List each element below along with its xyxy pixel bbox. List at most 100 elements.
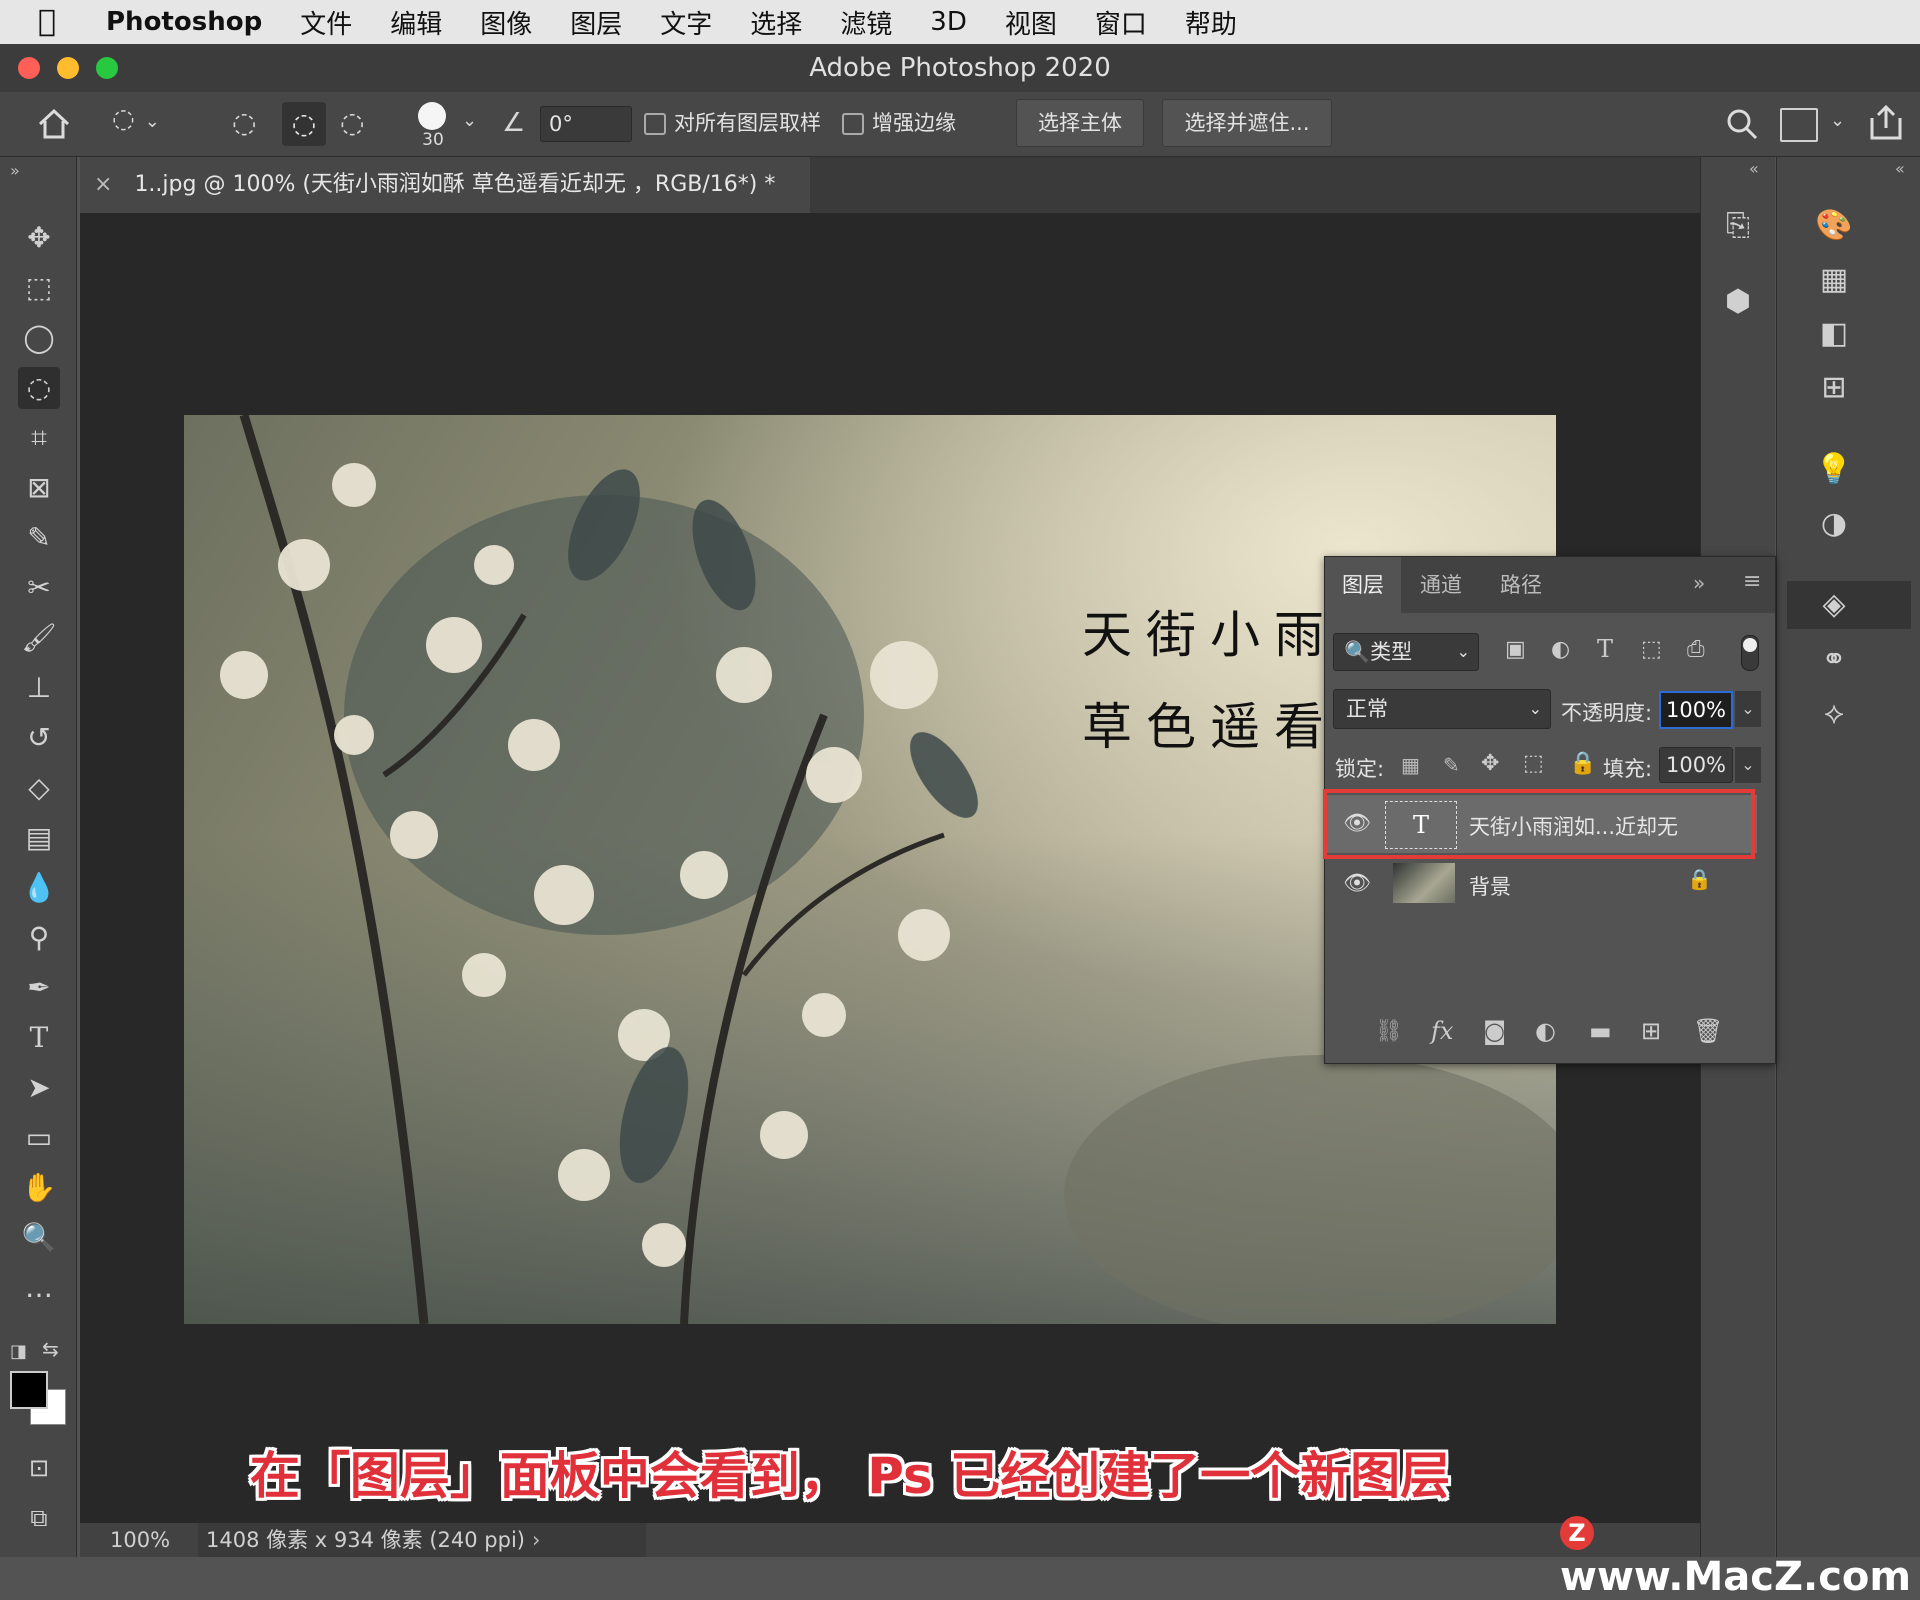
angle-input[interactable]: 0° [540, 106, 632, 142]
subtract-selection-icon[interactable]: ◌ [340, 106, 380, 144]
menu-view[interactable]: 视图 [1005, 4, 1057, 41]
blur-tool-icon[interactable]: 💧 [18, 867, 60, 909]
tool-preset-picker[interactable]: ◌ ⌄ [112, 104, 182, 144]
move-tool-icon[interactable]: ✥ [18, 217, 60, 259]
lock-all-icon[interactable]: 🔒 [1569, 751, 1596, 776]
path-selection-tool-icon[interactable]: ➤ [18, 1067, 60, 1109]
filter-pixel-icon[interactable]: ▣ [1505, 637, 1526, 662]
select-subject-button[interactable]: 选择主体 [1016, 99, 1144, 147]
apple-icon[interactable]:  [38, 5, 72, 39]
collapse-panel-icon[interactable]: » [1693, 571, 1705, 595]
new-adjustment-layer-icon[interactable]: ◐ [1535, 1017, 1556, 1045]
fill-dropdown-icon[interactable]: ⌄ [1735, 747, 1761, 783]
menu-layer[interactable]: 图层 [570, 4, 622, 41]
gradient-tool-icon[interactable]: ▤ [18, 817, 60, 859]
zoom-level[interactable]: 100% [110, 1523, 170, 1557]
layer-filter-kind-select[interactable]: 🔍类型 ⌄ [1333, 633, 1479, 671]
select-and-mask-button[interactable]: 选择并遮住... [1162, 99, 1332, 147]
brush-options-chevron-icon[interactable]: ⌄ [462, 110, 477, 131]
learn-panel-icon[interactable]: 💡 [1811, 447, 1857, 493]
expand-toolbar-icon[interactable]: » [10, 161, 20, 180]
menu-3d[interactable]: 3D [930, 7, 967, 37]
fx-icon[interactable]: fx [1431, 1017, 1453, 1045]
filter-toggle[interactable] [1741, 635, 1759, 671]
home-icon[interactable] [34, 104, 74, 144]
close-window-button[interactable] [18, 57, 40, 79]
new-group-folder-icon[interactable]: ▬ [1589, 1017, 1612, 1045]
new-layer-icon[interactable]: ⊞ [1641, 1017, 1661, 1045]
enhance-edge-checkbox[interactable] [842, 113, 864, 135]
opacity-input[interactable]: 100% [1659, 691, 1733, 729]
tab-layers[interactable]: 图层 [1325, 557, 1401, 613]
close-tab-icon[interactable]: × [94, 172, 112, 197]
filter-shape-icon[interactable]: ⬚ [1641, 637, 1662, 662]
document-tab[interactable]: × 1..jpg @ 100% (天街小雨润如酥 草色遥看近却无 ，RGB/16*… [80, 157, 810, 213]
marquee-tool-icon[interactable]: ⬚ [18, 267, 60, 309]
pen-tool-icon[interactable]: ✒ [18, 967, 60, 1009]
history-brush-tool-icon[interactable]: ↺ [18, 717, 60, 759]
rectangle-tool-icon[interactable]: ▭ [18, 1117, 60, 1159]
layers-panel-button[interactable]: ◈ [1787, 581, 1911, 629]
healing-brush-tool-icon[interactable]: ✂ [18, 567, 60, 609]
share-icon[interactable] [1868, 104, 1904, 142]
eyedropper-tool-icon[interactable]: ✎ [18, 517, 60, 559]
menu-window[interactable]: 窗口 [1095, 4, 1147, 41]
collapse-dock-2-icon[interactable]: « [1895, 159, 1905, 178]
lock-pixels-icon[interactable]: ✎ [1443, 753, 1460, 777]
workspace-icon[interactable] [1780, 108, 1818, 142]
tab-channels[interactable]: 通道 [1401, 557, 1481, 613]
fill-input[interactable]: 100% [1659, 747, 1733, 783]
filter-smart-object-icon[interactable]: ⎙ [1687, 637, 1705, 662]
filter-type-icon[interactable]: T [1597, 635, 1613, 663]
new-selection-icon[interactable]: ◌ [232, 106, 272, 144]
lock-artboard-icon[interactable]: ⬚ [1523, 751, 1544, 776]
document-info[interactable]: 1408 像素 x 934 像素 (240 ppi) [198, 1523, 646, 1557]
link-layers-icon[interactable]: ⛓ [1375, 1019, 1403, 1044]
default-colors-icon[interactable]: ◨ [10, 1341, 27, 1362]
menu-filter[interactable]: 滤镜 [840, 4, 892, 41]
opacity-dropdown-icon[interactable]: ⌄ [1735, 691, 1761, 727]
stamp-tool-icon[interactable]: ⊥ [18, 667, 60, 709]
history-panel-icon[interactable]: ⎘ [1715, 203, 1761, 249]
paths-panel-icon[interactable]: ⟡ [1811, 691, 1857, 737]
zoom-tool-icon[interactable]: 🔍 [18, 1217, 60, 1259]
swap-colors-icon[interactable]: ⇆ [42, 1337, 59, 1361]
dodge-tool-icon[interactable]: ⚲ [18, 917, 60, 959]
minimize-window-button[interactable] [57, 57, 79, 79]
channels-panel-icon[interactable]: ⚭ [1811, 637, 1857, 683]
zoom-window-button[interactable] [96, 57, 118, 79]
add-to-selection-icon[interactable]: ◌ [282, 102, 326, 146]
more-tools-icon[interactable]: … [18, 1267, 60, 1309]
lock-transparent-icon[interactable]: ▦ [1401, 753, 1420, 777]
quick-selection-tool-icon[interactable]: ◌ [18, 367, 60, 409]
menu-edit[interactable]: 编辑 [390, 4, 442, 41]
visibility-eye-icon[interactable]: 👁 [1343, 871, 1371, 897]
trash-icon[interactable]: 🗑 [1693, 1017, 1723, 1045]
3d-panel-icon[interactable]: ⬢ [1715, 279, 1761, 325]
filter-adjustment-icon[interactable]: ◐ [1551, 637, 1570, 662]
patterns-panel-icon[interactable]: ⊞ [1811, 365, 1857, 411]
lock-position-icon[interactable]: ✥ [1481, 751, 1499, 776]
menu-file[interactable]: 文件 [300, 4, 352, 41]
workspace-chevron-icon[interactable]: ⌄ [1830, 110, 1845, 131]
layer-name[interactable]: 背景 [1469, 871, 1511, 901]
collapse-dock-icon[interactable]: « [1749, 159, 1759, 178]
brush-preview-icon[interactable] [418, 102, 446, 130]
frame-tool-icon[interactable]: ⊠ [18, 467, 60, 509]
eraser-tool-icon[interactable]: ◇ [18, 767, 60, 809]
brush-tool-icon[interactable]: 🖌 [18, 617, 60, 659]
sample-all-layers-checkbox[interactable] [644, 113, 666, 135]
menu-help[interactable]: 帮助 [1185, 4, 1237, 41]
crop-tool-icon[interactable]: ⌗ [18, 417, 60, 459]
menu-select[interactable]: 选择 [750, 4, 802, 41]
menu-app-name[interactable]: Photoshop [106, 7, 262, 37]
color-panel-icon[interactable]: 🎨 [1811, 203, 1857, 249]
lasso-tool-icon[interactable]: ◯ [18, 317, 60, 359]
menu-type[interactable]: 文字 [660, 4, 712, 41]
doc-info-chevron-icon[interactable]: › [532, 1523, 540, 1557]
add-mask-icon[interactable]: ◙ [1483, 1017, 1506, 1045]
tab-paths[interactable]: 路径 [1481, 557, 1561, 613]
hand-tool-icon[interactable]: ✋ [18, 1167, 60, 1209]
type-tool-icon[interactable]: T [18, 1017, 60, 1059]
gradients-panel-icon[interactable]: ◧ [1811, 311, 1857, 357]
